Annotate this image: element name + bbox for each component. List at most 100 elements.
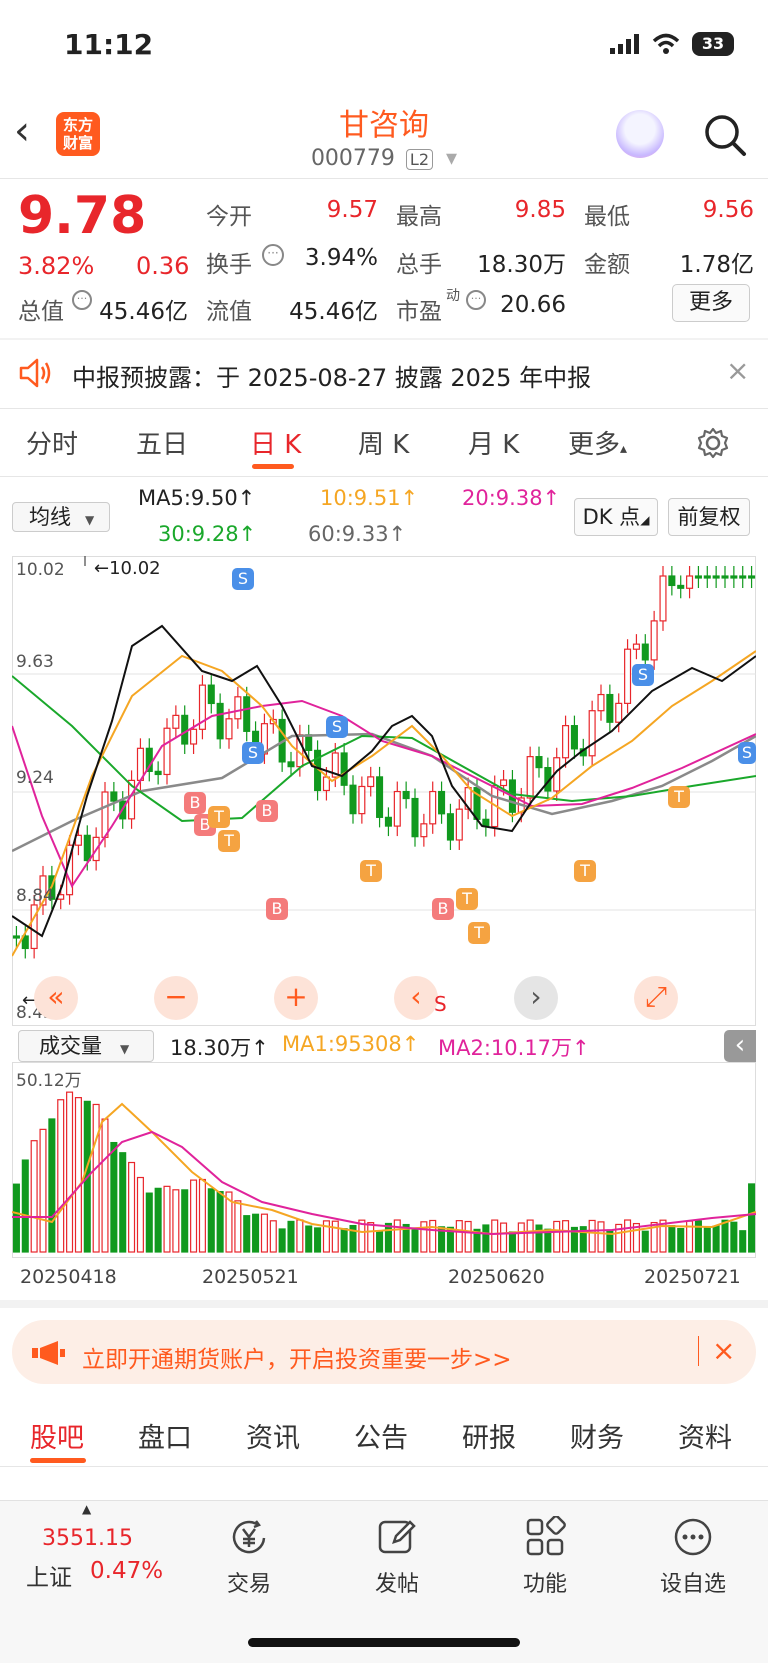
close-icon[interactable]: × xyxy=(726,354,749,387)
collapse-panel-button[interactable]: ‹ xyxy=(724,1030,756,1062)
amount-label: 金额 xyxy=(584,252,630,278)
dk-point-button[interactable]: DK 点◢ xyxy=(574,498,658,536)
scroll-right-button[interactable]: › xyxy=(514,976,558,1020)
sell-signal-marker[interactable]: S xyxy=(242,742,264,764)
candle xyxy=(748,575,756,579)
close-icon[interactable]: × xyxy=(712,1334,735,1367)
tab-5day[interactable]: 五日 xyxy=(136,424,188,461)
more-quote-button[interactable]: 更多 xyxy=(672,284,750,322)
volume-bar xyxy=(694,1220,702,1253)
candle xyxy=(225,718,233,740)
kline-canvas[interactable] xyxy=(12,556,756,1026)
t-signal-marker[interactable]: T xyxy=(218,830,240,852)
fullscreen-icon[interactable]: ⤢ xyxy=(634,976,678,1020)
pe-label[interactable]: 市盈 xyxy=(396,292,442,326)
t-signal-marker[interactable]: T xyxy=(574,860,596,882)
candle xyxy=(305,734,313,751)
indicator-selector[interactable]: 均线 ▼ xyxy=(12,502,110,532)
tab-monthly-k[interactable]: 月 K xyxy=(468,424,519,461)
volume-canvas[interactable] xyxy=(12,1062,756,1258)
banner-text[interactable]: 立即开通期货账户，开启投资重要一步>> xyxy=(82,1340,512,1374)
volume-bar xyxy=(314,1227,322,1253)
tab-weekly-k[interactable]: 周 K xyxy=(358,424,409,461)
market-cap-label[interactable]: 总值 xyxy=(18,292,64,326)
tab-guba[interactable]: 股吧 xyxy=(30,1416,84,1455)
search-icon[interactable] xyxy=(702,112,748,158)
gear-icon[interactable] xyxy=(696,426,730,460)
volume-bar xyxy=(57,1099,65,1253)
volume-bar xyxy=(482,1224,490,1253)
tab-announcements[interactable]: 公告 xyxy=(354,1416,408,1455)
t-signal-marker[interactable]: T xyxy=(360,860,382,882)
tab-research[interactable]: 研报 xyxy=(462,1416,516,1455)
volume-bar xyxy=(305,1225,313,1253)
tab-news[interactable]: 资讯 xyxy=(246,1416,300,1455)
change-amount: 0.36 xyxy=(136,252,190,280)
candle xyxy=(526,756,534,799)
functions-button[interactable]: 功能 xyxy=(490,1515,600,1598)
scroll-left-button[interactable]: ‹ xyxy=(394,976,438,1020)
t-signal-marker[interactable]: T xyxy=(208,806,230,828)
volume-bar xyxy=(641,1230,649,1253)
t-signal-marker[interactable]: T xyxy=(456,888,478,910)
tab-profile[interactable]: 资料 xyxy=(678,1416,732,1455)
tab-finance[interactable]: 财务 xyxy=(570,1416,624,1455)
volume-bar xyxy=(119,1152,127,1253)
signal-icon xyxy=(610,34,639,54)
candle xyxy=(376,776,384,818)
info-icon[interactable]: ··· xyxy=(466,290,486,310)
turnover-label[interactable]: 换手 xyxy=(206,245,252,279)
sell-signal-marker[interactable]: S xyxy=(326,716,348,738)
volume-bar xyxy=(74,1097,82,1253)
candle xyxy=(384,816,392,827)
info-icon[interactable]: ··· xyxy=(262,244,284,266)
t-signal-marker[interactable]: T xyxy=(468,922,490,944)
date-label: 20250418 xyxy=(20,1266,117,1288)
assistant-robot-icon[interactable] xyxy=(616,110,664,158)
volume-bar xyxy=(163,1185,171,1253)
index-change[interactable]: 0.47% xyxy=(90,1558,163,1584)
tab-daily-k[interactable]: 日 K xyxy=(250,424,301,461)
post-button[interactable]: 发帖 xyxy=(342,1516,452,1598)
zoom-in-button[interactable]: + xyxy=(274,976,318,1020)
index-name[interactable]: 上证 xyxy=(26,1558,72,1592)
candle xyxy=(588,710,596,757)
buy-signal-marker[interactable]: B xyxy=(184,792,206,814)
buy-signal-marker[interactable]: B xyxy=(266,898,288,920)
volume-bar xyxy=(721,1219,729,1253)
buy-signal-marker[interactable]: B xyxy=(256,800,278,822)
chevron-down-icon: ▼ xyxy=(120,1042,130,1056)
buy-signal-marker[interactable]: B xyxy=(432,898,454,920)
volume-bar xyxy=(384,1222,392,1253)
active-tab-indicator xyxy=(30,1458,86,1463)
scroll-start-button[interactable]: « xyxy=(34,976,78,1020)
candle xyxy=(101,791,109,838)
sell-signal-marker[interactable]: S xyxy=(632,664,654,686)
caret-up-icon: ▲ xyxy=(82,1502,92,1516)
tab-more[interactable]: 更多▴ xyxy=(568,424,627,461)
low-value: 9.56 xyxy=(702,197,754,223)
sell-signal-marker[interactable]: S xyxy=(232,568,254,590)
notice-text[interactable]: 中报预披露：于 2025-08-27 披露 2025 年中报 xyxy=(72,358,591,393)
candle xyxy=(597,693,605,712)
sell-signal-marker[interactable]: S xyxy=(738,742,756,764)
index-value[interactable]: 3551.15 xyxy=(42,1526,133,1551)
high-value: 9.85 xyxy=(514,197,566,223)
add-watchlist-button[interactable]: 设自选 xyxy=(638,1516,748,1598)
ma10-value: 10:9.51↑ xyxy=(320,486,419,510)
home-indicator xyxy=(248,1638,520,1647)
volume-indicator-selector[interactable]: 成交量 ▼ xyxy=(18,1030,154,1062)
open-value: 9.57 xyxy=(326,197,378,223)
divider xyxy=(0,1466,768,1467)
date-label: 20250521 xyxy=(202,1266,299,1288)
caret-icon: ▴ xyxy=(620,441,628,457)
wifi-icon xyxy=(652,33,680,54)
tab-pankou[interactable]: 盘口 xyxy=(138,1416,192,1455)
t-signal-marker[interactable]: T xyxy=(668,786,690,808)
zoom-out-button[interactable]: − xyxy=(154,976,198,1020)
trade-button[interactable]: 交易 xyxy=(194,1516,304,1598)
price-adjust-button[interactable]: 前复权 xyxy=(668,498,750,536)
volume-bar xyxy=(730,1221,738,1253)
volume-bar xyxy=(340,1228,348,1253)
tab-intraday[interactable]: 分时 xyxy=(26,424,78,461)
